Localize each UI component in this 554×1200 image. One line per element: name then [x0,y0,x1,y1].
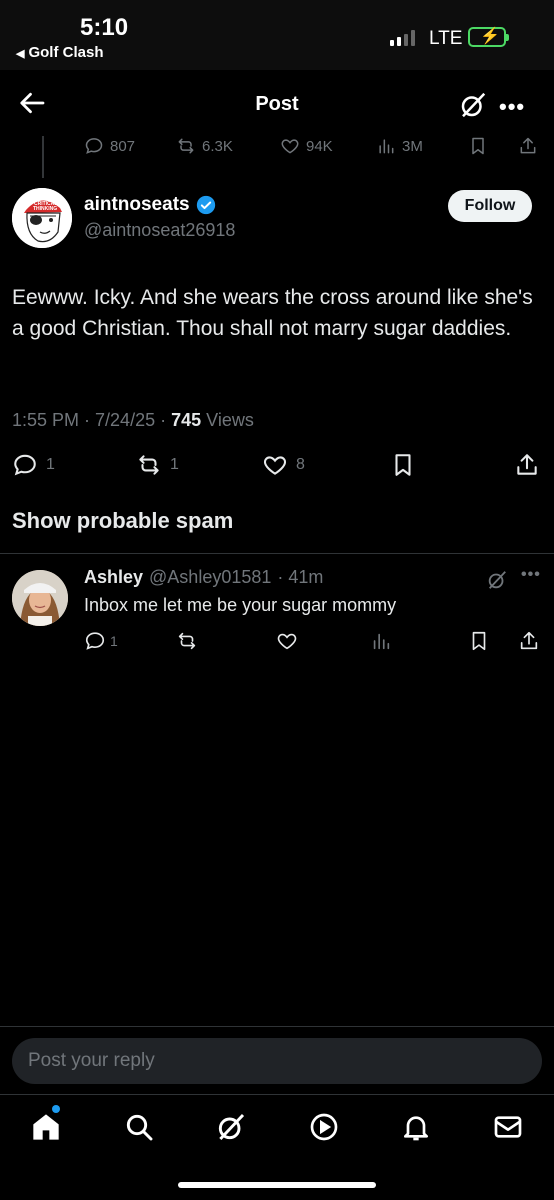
heart-icon [263,456,287,475]
bookmark-icon [472,137,484,155]
reply-composer-bar [0,1026,554,1094]
share-button[interactable] [518,136,544,156]
reply-header: Ashley @Ashley01581 · 41m [84,567,323,588]
home-notification-dot [52,1105,60,1113]
grok-icon[interactable] [486,569,508,591]
more-options-icon[interactable]: ••• [499,94,525,120]
top-header: Post ••• [0,70,554,136]
follow-button[interactable]: Follow [448,190,532,222]
reply-handle[interactable]: @Ashley01581 [149,567,271,588]
reply-button[interactable]: 1 [12,452,55,478]
messages-icon [494,1116,522,1138]
back-triangle-icon: ◀ [16,48,25,60]
views-button[interactable]: 3M [376,136,468,156]
display-name: aintnoseats [84,194,190,215]
bookmark-button[interactable] [468,630,494,652]
avatar[interactable]: CRITICAL THINKING [12,188,72,248]
repost-button[interactable] [176,630,202,652]
bookmark-icon [395,454,411,476]
repost-icon [178,138,194,154]
nav-messages[interactable] [492,1111,524,1143]
share-button[interactable] [514,452,548,478]
bookmark-icon [472,631,486,651]
reply-input[interactable] [12,1038,542,1084]
share-icon [520,137,536,154]
reply-display-name[interactable]: Ashley [84,567,143,588]
status-bar: 5:10 ◀ Golf Clash LTE ⚡ [0,0,554,70]
grok-icon [218,1113,245,1141]
nav-notifications[interactable] [400,1111,432,1143]
battery-icon: ⚡ [468,27,509,47]
svg-text:THINKING: THINKING [33,206,57,212]
reply-icon [14,454,36,476]
divider [0,553,554,554]
home-icon [33,1114,59,1140]
like-button[interactable] [276,630,302,652]
heart-icon [281,139,299,154]
post-actions: 1 1 8 [12,452,542,480]
home-indicator [178,1182,376,1188]
post-views-count: 745 [171,410,202,430]
reply-icon [85,138,103,154]
views-icon [373,633,390,650]
views-icon [379,139,394,154]
heart-icon [277,633,297,650]
more-options-icon[interactable]: ••• [521,566,541,584]
notifications-icon [404,1116,428,1141]
verified-badge-icon [196,195,215,215]
like-button[interactable]: 8 [262,452,305,478]
like-count: 94K [306,137,333,155]
views-count: 3M [402,137,423,155]
post-author[interactable]: aintnoseats [84,194,216,216]
repost-count: 6.3K [202,137,233,155]
post-meta: 1:55 PM · 7/24/25 · 745 Views [12,410,254,431]
grok-icon[interactable] [458,90,488,120]
post-views-label: Views [201,410,254,430]
repost-count: 1 [170,456,179,473]
nav-search[interactable] [123,1111,155,1143]
post-text: Eewww. Icky. And she wears the cross aro… [12,286,533,340]
like-count: 8 [296,456,305,473]
bookmark-button[interactable] [390,452,424,478]
repost-icon [178,632,196,650]
share-icon [517,454,537,475]
reply-avatar[interactable] [12,570,68,626]
reply-actions: 1 [84,630,544,654]
reply-button[interactable]: 1 [84,630,118,652]
nav-grok[interactable] [215,1111,247,1143]
ashley-avatar-image [12,570,68,626]
network-label: LTE [429,28,463,49]
search-icon [126,1114,153,1141]
reply-time: · 41m [277,567,324,587]
post-timestamp: 1:55 PM · 7/24/25 · [12,410,172,430]
reply-icon [85,632,105,650]
reply-button[interactable]: 807 [84,136,176,156]
wojak-avatar-image: CRITICAL THINKING [12,188,72,248]
repost-icon [139,455,159,475]
repost-button[interactable]: 1 [136,452,179,478]
nav-video[interactable] [308,1111,340,1143]
reply-count: 807 [110,137,136,155]
reply-text: Inbox me let me be your sugar mommy [84,595,397,615]
share-icon [520,631,538,650]
repost-button[interactable]: 6.3K [176,136,280,156]
bookmark-button[interactable] [468,136,518,156]
video-icon [310,1113,338,1141]
reply-count: 1 [46,456,55,473]
back-app-label: Golf Clash [28,44,104,61]
previous-post-actions: 807 6.3K 94K 3M [84,134,544,158]
nav-home[interactable] [30,1111,62,1143]
like-button[interactable]: 94K [280,136,376,156]
user-handle[interactable]: @aintnoseat26918 [84,220,235,241]
views-button[interactable] [370,630,396,652]
reply-count: 1 [110,633,118,649]
share-button[interactable] [518,630,544,652]
back-to-app-link[interactable]: ◀ Golf Clash [16,44,103,61]
thread-connector [42,136,44,178]
show-probable-spam-button[interactable]: Show probable spam [12,508,233,534]
signal-icon [390,30,415,46]
status-time: 5:10 [80,14,129,41]
